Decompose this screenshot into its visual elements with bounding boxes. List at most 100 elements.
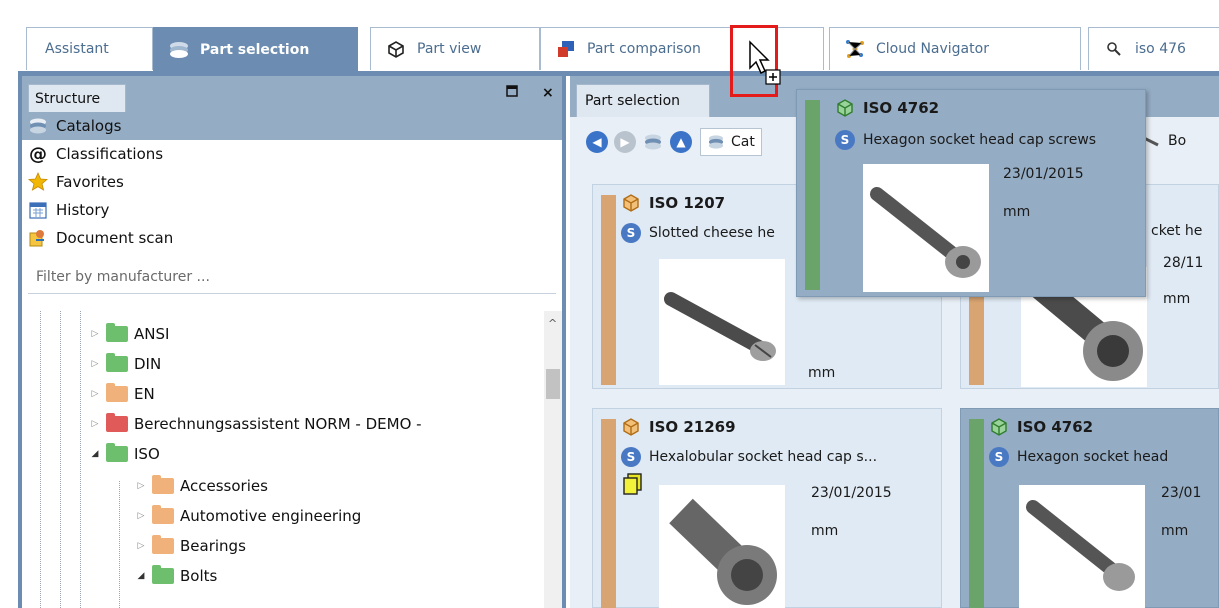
tab-assistant[interactable]: Assistant <box>26 27 153 70</box>
part-box-icon <box>621 417 641 437</box>
tree-item-accessories[interactable]: ▷ Accessories <box>134 471 268 501</box>
expand-icon[interactable]: ▷ <box>134 539 148 553</box>
tree-scrollbar[interactable]: ^ <box>544 311 562 608</box>
folder-icon <box>106 413 128 432</box>
tree-label: Accessories <box>180 477 268 495</box>
main-tab-bar: Assistant Part selection Part view Part … <box>18 22 1219 72</box>
expand-icon[interactable]: ▷ <box>134 509 148 523</box>
tree-item-din[interactable]: ▷ DIN <box>88 349 161 379</box>
card-title-text: ISO 1207 <box>649 194 726 212</box>
folder-icon <box>106 383 128 402</box>
breadcrumb-label: Cat <box>731 134 755 150</box>
folder-icon <box>152 475 174 494</box>
part-view-icon <box>385 38 407 60</box>
document-scan-icon <box>28 228 48 248</box>
breadcrumb-label: Bo <box>1168 133 1187 149</box>
part-box-icon <box>989 417 1009 437</box>
part-selection-tab-label: Part selection <box>585 93 681 109</box>
tree-guide-line <box>80 311 81 608</box>
folder-icon <box>152 535 174 554</box>
tab-label: Part comparison <box>587 41 701 57</box>
part-thumbnail <box>659 259 785 385</box>
tree-item-berechnungsassistent[interactable]: ▷ Berechnungsassistent NORM - DEMO - <box>88 409 422 439</box>
tree-item-bolts[interactable]: ◢ Bolts <box>134 561 217 591</box>
part-thumbnail <box>863 164 989 292</box>
standard-icon: S <box>989 447 1009 467</box>
card-unit: mm <box>1163 291 1191 307</box>
status-bar <box>805 100 820 290</box>
nav-item-document-scan[interactable]: Document scan <box>22 224 562 252</box>
tab-part-selection-inner[interactable]: Part selection <box>576 84 710 117</box>
part-box-icon <box>835 98 855 118</box>
at-sign-icon: @ <box>29 143 47 165</box>
scrollbar-thumb[interactable] <box>546 369 560 399</box>
tree-label: Berechnungsassistent NORM - DEMO - <box>134 415 422 433</box>
tab-label: Assistant <box>45 41 109 57</box>
card-title: ISO 1207 <box>621 193 725 213</box>
catalog-icon <box>28 116 48 136</box>
card-date: 23/01/2015 <box>811 485 892 501</box>
tab-part-selection[interactable]: Part selection <box>153 27 358 72</box>
catalog-tree: ▷ ANSI ▷ DIN ▷ EN ▷ Berechnungsassistent… <box>22 311 562 608</box>
tree-item-ansi[interactable]: ▷ ANSI <box>88 319 169 349</box>
card-title-text: ISO 4762 <box>1017 418 1094 436</box>
card-desc-text: Hexagon socket head cap screws <box>863 132 1097 148</box>
tree-item-automotive-engineering[interactable]: ▷ Automotive engineering <box>134 501 361 531</box>
collapse-icon[interactable]: ◢ <box>134 569 148 583</box>
expand-icon[interactable]: ▷ <box>134 479 148 493</box>
manufacturer-filter-input[interactable]: Filter by manufacturer ... <box>28 260 556 294</box>
card-desc: S Hexagon socket head <box>989 447 1168 467</box>
collapse-icon[interactable]: ◢ <box>88 447 102 461</box>
folder-icon <box>106 323 128 342</box>
filter-placeholder: Filter by manufacturer ... <box>36 268 210 285</box>
star-icon <box>28 172 48 192</box>
standard-icon: S <box>835 130 855 150</box>
card-title: ISO 4762 <box>835 98 939 118</box>
folder-open-icon <box>106 443 128 462</box>
card-unit: mm <box>1003 204 1031 220</box>
nav-item-history[interactable]: History <box>22 196 562 224</box>
back-icon[interactable]: ◀ <box>586 131 608 153</box>
expand-icon[interactable]: ▷ <box>88 327 102 341</box>
breadcrumb-catalogs[interactable]: Cat <box>700 128 762 156</box>
catalog-icon[interactable] <box>642 131 664 153</box>
card-unit: mm <box>811 523 839 539</box>
part-card-iso-21269[interactable]: ISO 21269 S Hexalobular socket head cap … <box>592 408 942 608</box>
catalog-icon <box>708 135 724 149</box>
nav-item-classifications[interactable]: @ Classifications <box>22 140 562 168</box>
card-desc-text: Slotted cheese he <box>649 225 775 241</box>
expand-icon[interactable]: ▷ <box>88 357 102 371</box>
tab-label: iso 476 <box>1135 41 1186 57</box>
nav-item-catalogs[interactable]: Catalogs <box>22 112 562 140</box>
folder-icon <box>152 505 174 524</box>
forward-icon[interactable]: ▶ <box>614 131 636 153</box>
comparison-icon <box>555 38 577 60</box>
breadcrumb-bolts[interactable]: Bo <box>1140 127 1186 155</box>
tree-item-iso[interactable]: ◢ ISO <box>88 439 160 469</box>
expand-icon[interactable]: ▷ <box>88 417 102 431</box>
standard-icon: S <box>621 223 641 243</box>
card-title-text: ISO 4762 <box>863 99 940 117</box>
part-card-iso-4762[interactable]: ISO 4762 S Hexagon socket head 23/01 mm <box>960 408 1219 608</box>
nav-label: Favorites <box>56 173 124 191</box>
tab-part-view[interactable]: Part view <box>370 27 540 70</box>
close-icon[interactable]: × <box>542 85 554 101</box>
drag-preview-card: ISO 4762 S Hexagon socket head cap screw… <box>796 89 1146 297</box>
tab-cloud-navigator[interactable]: Cloud Navigator <box>829 27 1081 70</box>
up-icon[interactable]: ▲ <box>670 131 692 153</box>
card-desc: S Hexalobular socket head cap s... <box>621 447 877 467</box>
tab-structure[interactable]: Structure <box>28 84 126 112</box>
maximize-icon[interactable] <box>506 85 518 101</box>
tree-label: ISO <box>134 445 160 463</box>
status-bar <box>601 419 616 608</box>
scroll-up-icon[interactable]: ^ <box>548 317 557 330</box>
nav-item-favorites[interactable]: Favorites <box>22 168 562 196</box>
tab-search-iso[interactable]: iso 476 <box>1088 27 1219 70</box>
catalog-icon <box>168 39 190 61</box>
tree-item-en[interactable]: ▷ EN <box>88 379 155 409</box>
nav-label: Document scan <box>56 229 174 247</box>
tree-item-bearings[interactable]: ▷ Bearings <box>134 531 246 561</box>
part-thumbnail <box>659 485 785 608</box>
tree-label: Bolts <box>180 567 218 585</box>
expand-icon[interactable]: ▷ <box>88 387 102 401</box>
